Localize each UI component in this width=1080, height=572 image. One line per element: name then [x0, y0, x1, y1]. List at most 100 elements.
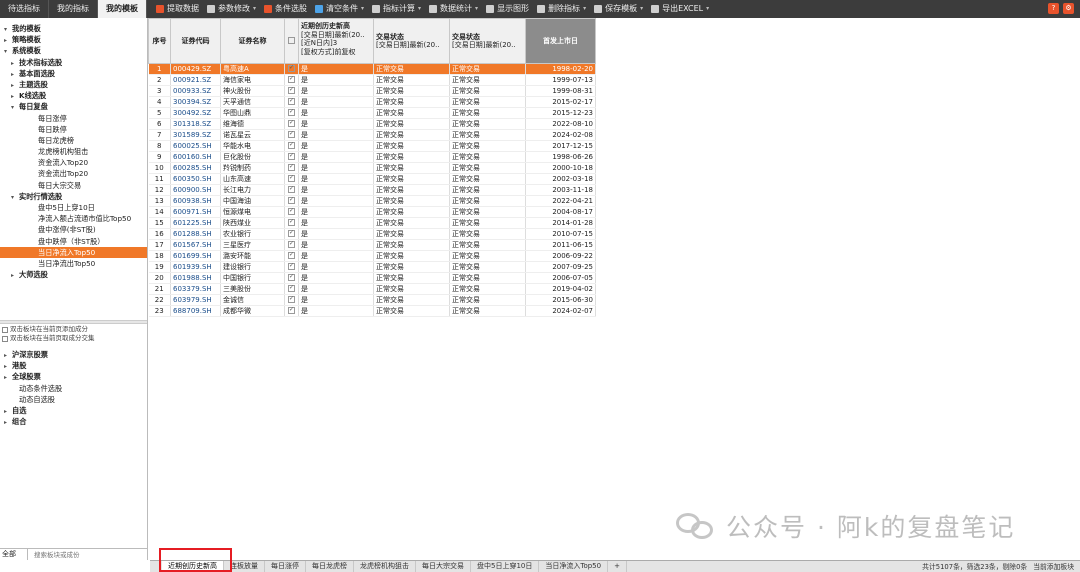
tree-item[interactable]: 每日龙虎榜 — [0, 135, 147, 146]
toolbar-button-6[interactable]: 数据统计 ▾ — [425, 0, 482, 18]
tree-item[interactable]: ▸ 大师选股 — [0, 269, 147, 280]
tree-item[interactable]: 每日涨停 — [0, 113, 147, 124]
tree-item[interactable]: ▾ 实时行情选股 — [0, 191, 147, 202]
tree-item[interactable]: 净流入额占流通市值比Top50 — [0, 213, 147, 224]
row-checkbox[interactable] — [288, 262, 295, 270]
col-name[interactable]: 证券名称 — [220, 18, 285, 64]
bottom-tab[interactable]: 当日净流入Top50 — [539, 561, 609, 572]
table-row[interactable]: 3000933.SZ神火股份是正常交易正常交易1999-08-31 — [148, 85, 596, 97]
chevron-down-icon[interactable]: ▾ — [4, 46, 12, 57]
col-status-2[interactable]: 交易状态 [交易日期]最新(20.. — [449, 18, 526, 64]
table-row[interactable]: 10600285.SH羚锐制药是正常交易正常交易2000-10-18 — [148, 162, 596, 174]
cell-check[interactable] — [284, 63, 299, 75]
cell-check[interactable] — [284, 261, 299, 273]
table-row[interactable]: 20601988.SH中国银行是正常交易正常交易2006-07-05 — [148, 272, 596, 284]
toolbar-button-10[interactable]: 导出EXCEL ▾ — [647, 0, 713, 18]
cell-check[interactable] — [284, 85, 299, 97]
sector-search-input[interactable] — [28, 549, 143, 560]
tree-item[interactable]: ▾ 系统模板 — [0, 45, 147, 56]
row-checkbox[interactable] — [288, 240, 295, 248]
table-row[interactable]: 2000921.SZ海信家电是正常交易正常交易1999-07-13 — [148, 74, 596, 86]
cell-check[interactable] — [284, 228, 299, 240]
row-checkbox[interactable] — [288, 295, 295, 303]
cell-check[interactable] — [284, 129, 299, 141]
tree-item[interactable]: ▸ K线选股 — [0, 90, 147, 101]
table-row[interactable]: 22603979.SH金诚信是正常交易正常交易2015-06-30 — [148, 294, 596, 306]
tree-item[interactable]: 盘中5日上穿10日 — [0, 202, 147, 213]
cell-check[interactable] — [284, 217, 299, 229]
cell-check[interactable] — [284, 173, 299, 185]
cell-check[interactable] — [284, 250, 299, 262]
cell-check[interactable] — [284, 96, 299, 108]
panel-splitter[interactable] — [0, 320, 147, 324]
bottom-tab[interactable]: 龙虎榜机构狙击 — [354, 561, 416, 572]
table-row[interactable]: 23688709.SH成都华微是正常交易正常交易2024-02-07 — [148, 305, 596, 317]
table-row[interactable]: 18601699.SH潞安环能是正常交易正常交易2006-09-22 — [148, 250, 596, 262]
tree-item[interactable]: ▸ 技术指标选股 — [0, 57, 147, 68]
tree-item[interactable]: ▸ 策略模板 — [0, 34, 147, 45]
row-checkbox[interactable] — [288, 284, 295, 292]
caret-down-icon[interactable]: ▾ — [583, 0, 586, 18]
row-checkbox[interactable] — [288, 119, 295, 127]
tree-item[interactable]: ▸ 自选 — [0, 405, 147, 416]
table-row[interactable]: 12600900.SH长江电力是正常交易正常交易2003-11-18 — [148, 184, 596, 196]
toolbar-button-3[interactable]: 条件选股 — [260, 0, 311, 18]
left-tab-1[interactable]: 待选指标 — [0, 0, 49, 18]
chevron-right-icon[interactable]: ▸ — [4, 417, 12, 428]
table-row[interactable]: 8600025.SH华能水电是正常交易正常交易2017-12-15 — [148, 140, 596, 152]
tree-item[interactable]: ▸ 港股 — [0, 360, 147, 371]
row-checkbox[interactable] — [288, 306, 295, 314]
toolbar-button-1[interactable]: 提取数据 — [152, 0, 203, 18]
col-code[interactable]: 证券代码 — [170, 18, 221, 64]
toolbar-button-5[interactable]: 指标计算 ▾ — [368, 0, 425, 18]
table-row[interactable]: 9600160.SH巨化股份是正常交易正常交易1998-06-26 — [148, 151, 596, 163]
row-checkbox[interactable] — [288, 273, 295, 281]
cell-check[interactable] — [284, 272, 299, 284]
caret-down-icon[interactable]: ▾ — [640, 0, 643, 18]
tree-item[interactable]: ▸ 全球股票 — [0, 371, 147, 382]
table-row[interactable]: 4300394.SZ天孚通信是正常交易正常交易2015-02-17 — [148, 96, 596, 108]
cell-check[interactable] — [284, 239, 299, 251]
left-tab-3[interactable]: 我的模板 — [98, 0, 147, 18]
table-row[interactable]: 1000429.SZ粤高速A是正常交易正常交易1998-02-20 — [148, 63, 596, 75]
row-checkbox[interactable] — [288, 64, 295, 72]
tree-item[interactable]: 资金流入Top20 — [0, 157, 147, 168]
bottom-tab[interactable]: 每日大宗交易 — [416, 561, 471, 572]
row-checkbox[interactable] — [288, 218, 295, 226]
tree-item[interactable]: ▸ 沪深京股票 — [0, 349, 147, 360]
cell-check[interactable] — [284, 107, 299, 119]
table-row[interactable]: 15601225.SH陕西煤业是正常交易正常交易2014-01-28 — [148, 217, 596, 229]
chevron-down-icon[interactable]: ▾ — [11, 192, 19, 203]
checkbox-option[interactable]: 双击板块在当前页添加成分 — [0, 325, 147, 334]
cell-check[interactable] — [284, 184, 299, 196]
table-row[interactable]: 17601567.SH三星医疗是正常交易正常交易2011-06-15 — [148, 239, 596, 251]
caret-down-icon[interactable]: ▾ — [706, 0, 709, 18]
tree-item[interactable]: ▸ 基本面选股 — [0, 68, 147, 79]
tree-item[interactable]: 每日大宗交易 — [0, 180, 147, 191]
cell-check[interactable] — [284, 118, 299, 130]
chevron-right-icon[interactable]: ▸ — [11, 270, 19, 281]
tree-item[interactable]: 动态自选股 — [0, 394, 147, 405]
col-seq[interactable]: 序号 — [148, 18, 171, 64]
chevron-right-icon[interactable]: ▸ — [4, 372, 12, 383]
row-checkbox[interactable] — [288, 97, 295, 105]
cell-check[interactable] — [284, 140, 299, 152]
table-row[interactable]: 16601288.SH农业银行是正常交易正常交易2010-07-15 — [148, 228, 596, 240]
bottom-tab[interactable]: 盘中5日上穿10日 — [471, 561, 540, 572]
cell-check[interactable] — [284, 206, 299, 218]
col-check[interactable] — [284, 18, 299, 64]
caret-down-icon[interactable]: ▾ — [418, 0, 421, 18]
col-new-high[interactable]: 近期创历史新高 [交易日期]最新(20.. [近N日内]3 [复权方式]前复权 — [298, 18, 374, 64]
toolbar-button-2[interactable]: 参数修改 ▾ — [203, 0, 260, 18]
tree-item[interactable]: 每日跌停 — [0, 124, 147, 135]
table-row[interactable]: 5300492.SZ华图山鼎是正常交易正常交易2015-12-23 — [148, 107, 596, 119]
tree-item[interactable]: 动态条件选股 — [0, 383, 147, 394]
cell-check[interactable] — [284, 283, 299, 295]
row-checkbox[interactable] — [288, 86, 295, 94]
row-checkbox[interactable] — [288, 207, 295, 215]
search-scope-select[interactable]: 全部 — [0, 549, 28, 560]
checkbox[interactable] — [2, 326, 8, 333]
col-status-1[interactable]: 交易状态 [交易日期]最新(20.. — [373, 18, 450, 64]
tree-item[interactable]: 龙虎榜机构狙击 — [0, 146, 147, 157]
tree-item[interactable]: 当日净流入Top50 — [0, 246, 147, 258]
